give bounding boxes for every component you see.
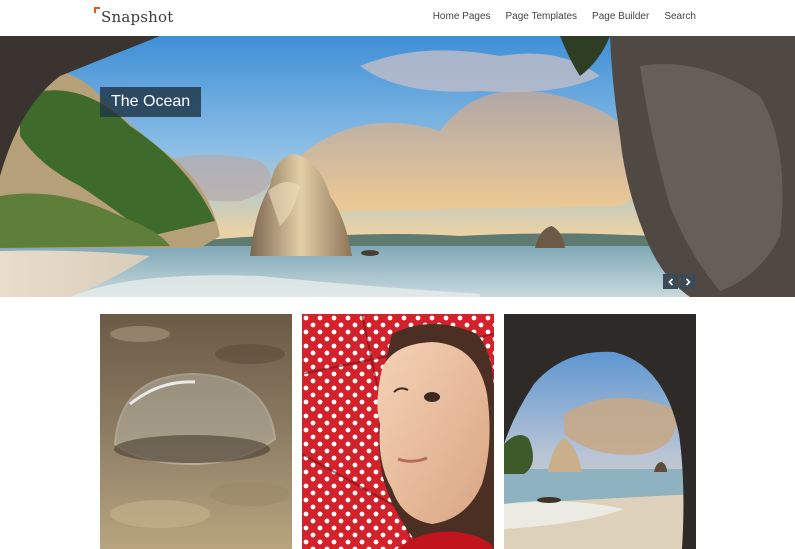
gallery-item-sea-arch[interactable]	[504, 314, 696, 549]
logo-text: Snapshot	[101, 8, 174, 26]
nav-page-templates[interactable]: Page Templates	[506, 11, 578, 22]
hero-slider[interactable]: The Ocean	[0, 36, 795, 297]
site-header: Snapshot Home Pages Page Templates Page …	[0, 0, 795, 36]
girl-with-umbrella-photo	[302, 314, 494, 549]
nav-home-pages[interactable]: Home Pages	[433, 11, 491, 22]
sea-arch-photo	[504, 314, 696, 549]
nav-search[interactable]: Search	[664, 11, 696, 22]
chevron-right-icon	[685, 277, 691, 286]
photo-gallery	[100, 314, 696, 549]
chevron-left-icon	[667, 277, 673, 286]
main-nav: Home Pages Page Templates Page Builder S…	[433, 11, 696, 22]
logo-corner-mark	[94, 7, 100, 13]
slider-controls	[663, 274, 695, 289]
nav-page-builder[interactable]: Page Builder	[592, 11, 649, 22]
slider-prev-button[interactable]	[663, 274, 678, 289]
gallery-item-girl-umbrella[interactable]	[302, 314, 494, 549]
slide-title: The Ocean	[100, 87, 202, 117]
slide-title-text: The Ocean	[111, 93, 191, 110]
water-droplet-photo	[100, 314, 292, 549]
site-logo[interactable]: Snapshot	[94, 6, 174, 28]
gallery-item-water-droplet[interactable]	[100, 314, 292, 549]
hero-image	[0, 36, 795, 297]
slider-next-button[interactable]	[680, 274, 695, 289]
